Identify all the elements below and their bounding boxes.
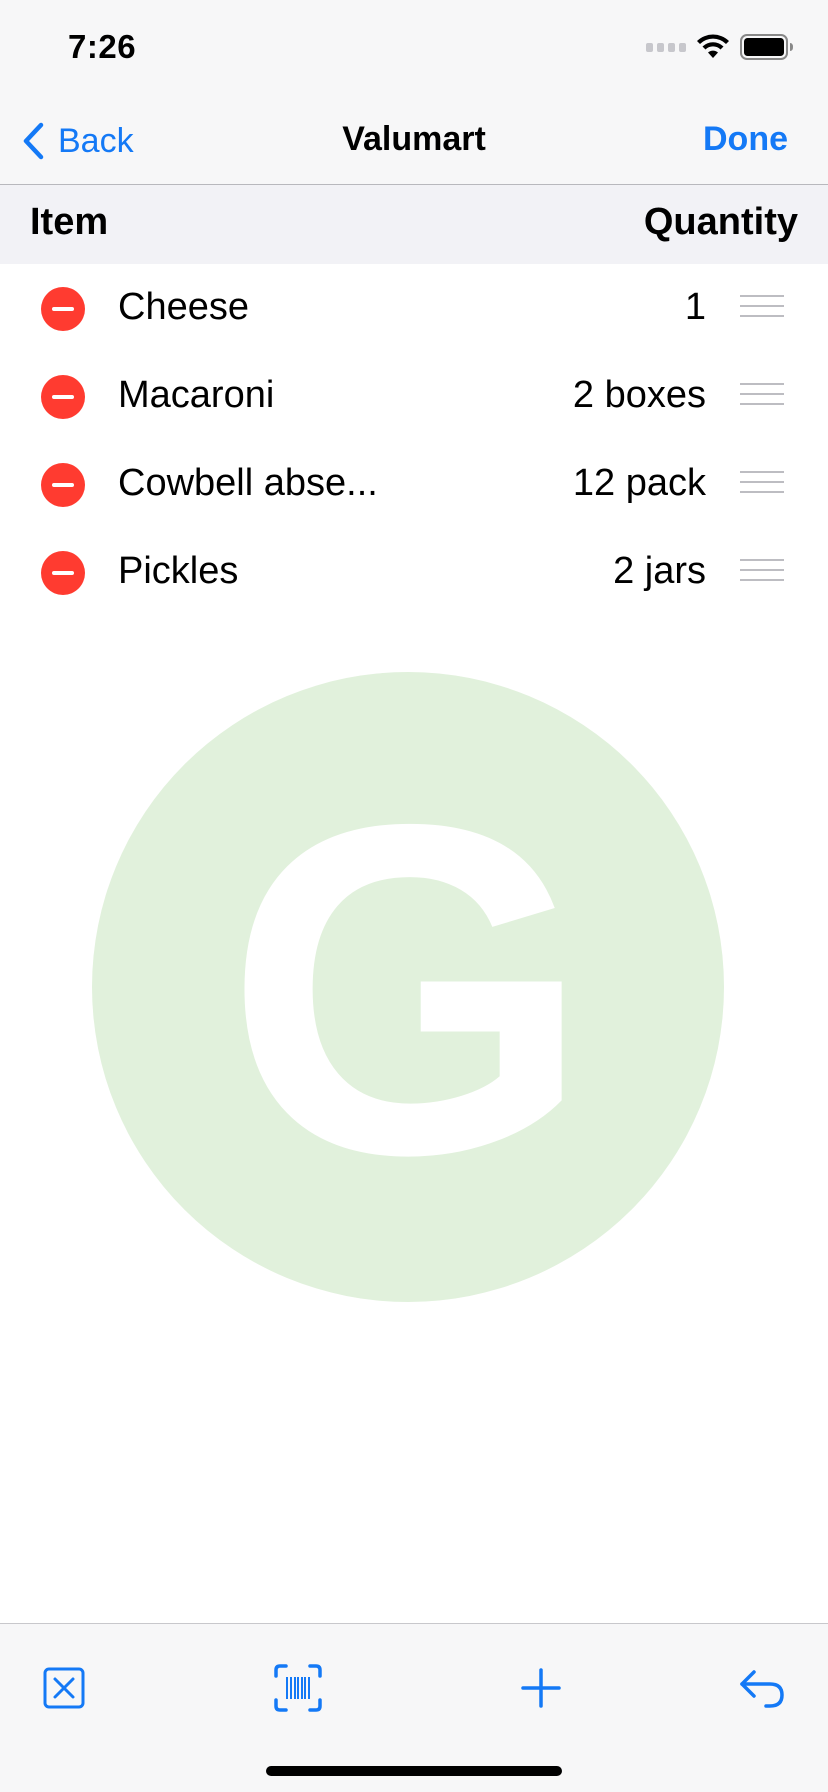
barcode-scan-button[interactable]: [270, 1660, 326, 1716]
reorder-handle-icon[interactable]: [740, 559, 784, 583]
back-button[interactable]: Back: [22, 116, 134, 166]
home-indicator[interactable]: [266, 1766, 562, 1776]
done-button[interactable]: Done: [703, 120, 788, 159]
signal-icon: [646, 42, 686, 52]
list-item[interactable]: Macaroni 2 boxes: [0, 352, 828, 440]
back-label: Back: [58, 121, 134, 160]
shopping-list: Cheese 1 Macaroni 2 boxes Cowbell abse..…: [0, 264, 828, 616]
column-header-item: Item: [30, 201, 109, 243]
item-quantity: 12 pack: [572, 462, 706, 504]
list-item[interactable]: Pickles 2 jars: [0, 528, 828, 616]
column-header-quantity: Quantity: [643, 201, 798, 243]
barcode-scan-icon: [274, 1664, 322, 1712]
reorder-handle-icon[interactable]: [740, 383, 784, 407]
battery-icon: [740, 34, 793, 60]
item-quantity: 2 jars: [613, 550, 706, 592]
undo-icon: [740, 1670, 784, 1708]
item-name: Cowbell abse...: [118, 462, 378, 504]
delete-item-button[interactable]: [41, 463, 85, 507]
screen: 7:26 Back Valumart Done Item Quantity Ch…: [0, 0, 828, 1792]
chevron-left-icon: [23, 122, 44, 160]
clear-list-icon: [43, 1667, 85, 1709]
store-logo: G: [92, 672, 724, 1302]
add-item-button[interactable]: [513, 1660, 569, 1716]
list-item[interactable]: Cowbell abse... 12 pack: [0, 440, 828, 528]
list-item[interactable]: Cheese 1: [0, 264, 828, 352]
store-logo-letter: G: [225, 727, 591, 1252]
status-icons: [646, 34, 794, 60]
wifi-icon: [697, 34, 729, 58]
navigation-bar: Back Valumart Done: [0, 98, 828, 185]
item-name: Macaroni: [118, 374, 275, 416]
reorder-handle-icon[interactable]: [740, 295, 784, 319]
delete-item-button[interactable]: [41, 375, 85, 419]
item-quantity: 1: [684, 286, 706, 328]
item-name: Cheese: [118, 286, 249, 328]
delete-item-button[interactable]: [41, 287, 85, 331]
reorder-handle-icon[interactable]: [740, 471, 784, 495]
delete-item-button[interactable]: [41, 551, 85, 595]
status-bar: 7:26: [0, 0, 828, 98]
item-name: Pickles: [118, 550, 239, 592]
column-header: Item Quantity: [0, 185, 828, 264]
clear-list-button[interactable]: [36, 1660, 92, 1716]
item-quantity: 2 boxes: [572, 374, 706, 416]
add-icon: [521, 1668, 561, 1708]
status-time: 7:26: [68, 28, 137, 65]
undo-button[interactable]: [734, 1660, 790, 1716]
